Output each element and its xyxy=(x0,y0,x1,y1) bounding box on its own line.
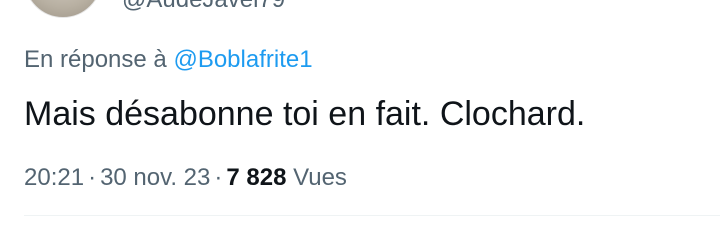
views-count: 7 828 xyxy=(226,164,287,191)
tweet-time[interactable]: 20:21 xyxy=(24,164,84,191)
meta-separator: · xyxy=(214,164,223,191)
tweet-text: Mais désabonne toi en fait. Clochard. xyxy=(24,95,586,133)
reply-mention-link[interactable]: @Boblafrite1 xyxy=(173,46,312,73)
views-label: Vues xyxy=(293,164,347,191)
meta-separator: · xyxy=(88,164,97,191)
avatar[interactable] xyxy=(24,0,102,18)
author-handle[interactable]: @AudeJavel79 xyxy=(122,0,285,14)
tweet-date[interactable]: 30 nov. 23 xyxy=(100,164,210,191)
reply-context: En réponse à @Boblafrite1 xyxy=(24,46,313,74)
reply-prefix: En réponse à xyxy=(24,46,167,73)
divider xyxy=(24,215,720,216)
tweet-meta: 20:21 · 30 nov. 23 · 7 828 Vues xyxy=(24,163,347,193)
